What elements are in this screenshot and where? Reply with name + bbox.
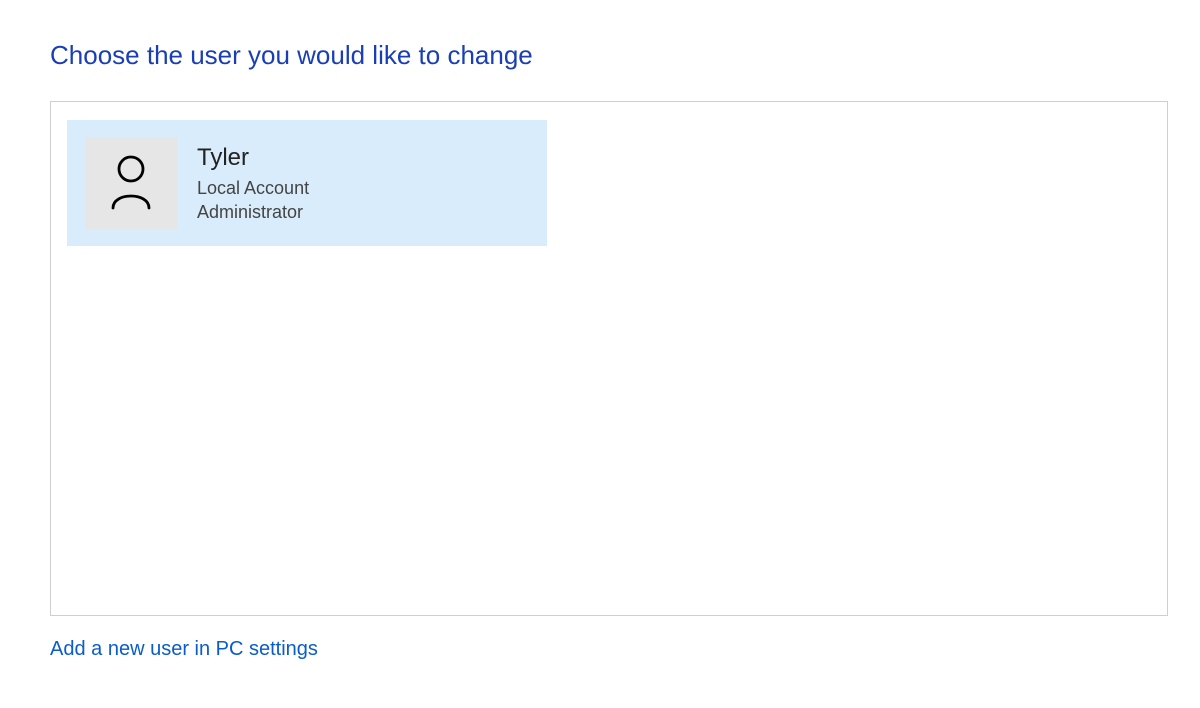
user-list-container: Tyler Local Account Administrator	[50, 101, 1168, 616]
user-role: Administrator	[197, 200, 309, 224]
user-avatar	[85, 137, 177, 229]
user-tile[interactable]: Tyler Local Account Administrator	[67, 120, 547, 246]
page-title: Choose the user you would like to change	[50, 40, 1155, 71]
add-user-link[interactable]: Add a new user in PC settings	[50, 638, 318, 661]
person-icon	[107, 152, 155, 215]
user-account-type: Local Account	[197, 176, 309, 200]
user-name: Tyler	[197, 142, 309, 174]
user-info: Tyler Local Account Administrator	[197, 142, 309, 225]
